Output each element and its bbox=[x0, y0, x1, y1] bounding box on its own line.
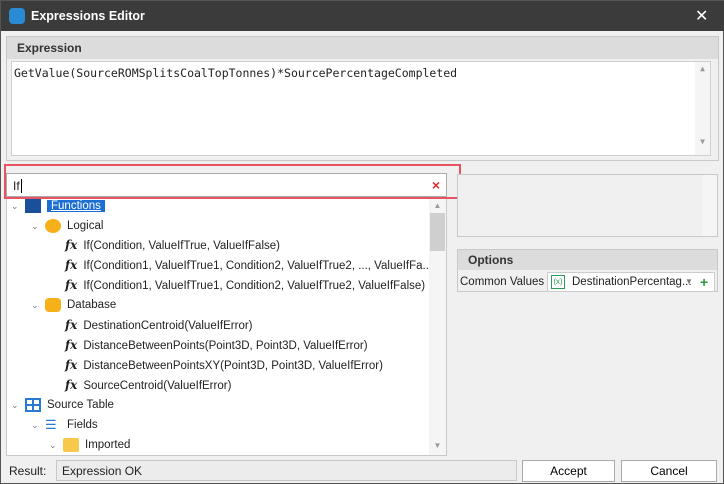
item-label: DestinationCentroid(ValueIfError) bbox=[83, 320, 253, 332]
function-icon: fx bbox=[65, 258, 78, 272]
tree-item-imported[interactable]: Imported bbox=[85, 439, 130, 451]
expression-header: Expression bbox=[7, 37, 718, 59]
function-tree[interactable]: ⌄ Functions ⌄ Logical fx If(Condition, Valu… bbox=[6, 197, 447, 456]
close-button[interactable]: ✕ bbox=[695, 6, 708, 26]
title-bar: Expressions Editor ✕ bbox=[1, 1, 724, 31]
item-label: If(Condition1, ValueIfTrue1, Condition2,… bbox=[83, 280, 426, 292]
function-icon: fx bbox=[65, 358, 78, 372]
function-icon: fx bbox=[65, 278, 78, 292]
common-values-value: DestinationPercentag... bbox=[572, 276, 692, 288]
list-item[interactable]: fx SourceCentroid(ValueIfError) bbox=[65, 375, 231, 395]
functions-icon bbox=[25, 198, 41, 213]
logical-icon bbox=[45, 218, 61, 233]
options-header: Options bbox=[458, 250, 717, 270]
result-text: Expression OK bbox=[62, 464, 143, 478]
result-label: Result: bbox=[9, 464, 47, 478]
common-values-label: Common Values bbox=[460, 276, 545, 288]
expression-text: GetValue(SourceROMSplitsCoalTopTonnes)*S… bbox=[14, 66, 458, 80]
search-text: If bbox=[13, 179, 20, 193]
tree-scrollbar[interactable]: ▲ ▼ bbox=[429, 198, 446, 455]
add-icon[interactable]: + bbox=[700, 273, 708, 291]
function-icon: fx bbox=[65, 338, 78, 352]
item-label: If(Condition1, ValueIfTrue1, Condition2,… bbox=[83, 260, 433, 272]
accept-button[interactable]: Accept bbox=[522, 460, 615, 482]
fields-icon: ☰ bbox=[45, 416, 57, 432]
list-item[interactable]: fx DestinationCentroid(ValueIfError) bbox=[65, 315, 253, 335]
list-item[interactable]: fx DistanceBetweenPoints(Point3D, Point3D… bbox=[65, 335, 368, 355]
app-logo-icon bbox=[9, 8, 25, 24]
list-item[interactable]: fx DistanceBetweenPointsXY(Point3D, Point… bbox=[65, 355, 383, 375]
search-input[interactable]: If × bbox=[6, 173, 447, 197]
tree-item-database[interactable]: Database bbox=[67, 299, 116, 311]
item-label: If(Condition, ValueIfTrue, ValueIfFalse) bbox=[83, 240, 280, 252]
function-icon: fx bbox=[65, 238, 78, 252]
item-label: DistanceBetweenPoints(Point3D, Point3D, … bbox=[83, 340, 368, 352]
description-panel bbox=[457, 174, 718, 237]
table-icon bbox=[25, 397, 41, 412]
list-item[interactable]: fx If(Condition1, ValueIfTrue1, Condition… bbox=[65, 255, 432, 275]
expression-input[interactable]: GetValue(SourceROMSplitsCoalTopTonnes)*S… bbox=[11, 61, 711, 156]
function-icon: fx bbox=[65, 318, 78, 332]
chevron-down-icon[interactable]: ▼ bbox=[685, 273, 693, 291]
tree-item-fields[interactable]: Fields bbox=[67, 419, 98, 431]
folder-icon bbox=[63, 437, 79, 452]
window-title: Expressions Editor bbox=[31, 9, 145, 23]
item-label: DistanceBetweenPointsXY(Point3D, Point3D… bbox=[83, 360, 383, 372]
item-label: SourceCentroid(ValueIfError) bbox=[83, 380, 232, 392]
expression-scrollbar[interactable]: ▲ ▼ bbox=[695, 62, 710, 155]
tree-item-functions[interactable]: Functions bbox=[47, 200, 105, 212]
function-icon: fx bbox=[65, 378, 78, 392]
tree-item-logical[interactable]: Logical bbox=[67, 220, 103, 232]
common-values-dropdown[interactable]: (x) DestinationPercentag... ▼ + bbox=[547, 272, 715, 292]
cancel-button[interactable]: Cancel bbox=[621, 460, 717, 482]
tree-item-source-table[interactable]: Source Table bbox=[47, 399, 114, 411]
options-panel: Options Common Values (x) DestinationPer… bbox=[457, 249, 718, 292]
variable-icon: (x) bbox=[551, 275, 565, 289]
list-item[interactable]: fx If(Condition1, ValueIfTrue1, Condition… bbox=[65, 275, 425, 295]
list-item[interactable]: fx If(Condition, ValueIfTrue, ValueIfFals… bbox=[65, 235, 280, 255]
clear-search-icon[interactable]: × bbox=[432, 177, 440, 193]
database-icon bbox=[45, 297, 61, 312]
result-field: Expression OK bbox=[56, 460, 517, 481]
